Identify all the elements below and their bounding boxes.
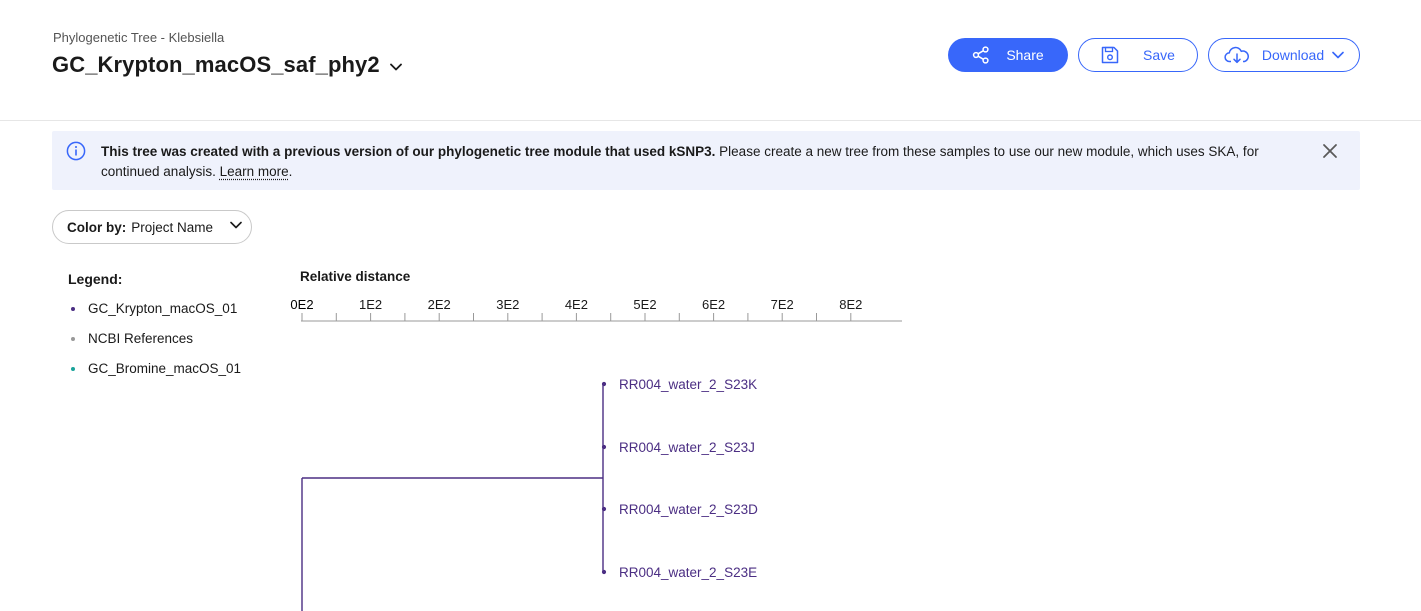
axis-tick-label: 3E2: [496, 297, 519, 312]
tree-leaf-label: RR004_water_2_S23K: [619, 377, 757, 392]
tree-leaf-label: RR004_water_2_S23J: [619, 440, 755, 455]
tree-leaf-label: RR004_water_2_S23D: [619, 502, 758, 517]
axis-tick-label: 6E2: [702, 297, 725, 312]
axis-tick-label: 2E2: [428, 297, 451, 312]
axis-tick-label: 0E2: [290, 297, 313, 312]
phylogenetic-tree: 0E2 1E2 2E2 3E2 4E2 5E2 6E2 7E2 8E2 RR004_water_2…: [290, 297, 902, 611]
axis-tick-label: 7E2: [771, 297, 794, 312]
tree-leaf-node: [601, 569, 607, 575]
tree-leaf-node: [601, 381, 607, 387]
tree-leaf-node: [601, 506, 607, 512]
axis-tick-label: 1E2: [359, 297, 382, 312]
axis-tick-label: 4E2: [565, 297, 588, 312]
axis-tick-label: 8E2: [839, 297, 862, 312]
tree-leaf-label: RR004_water_2_S23E: [619, 565, 757, 580]
axis-tick-label: 5E2: [633, 297, 656, 312]
tree-leaf-node: [601, 444, 607, 450]
